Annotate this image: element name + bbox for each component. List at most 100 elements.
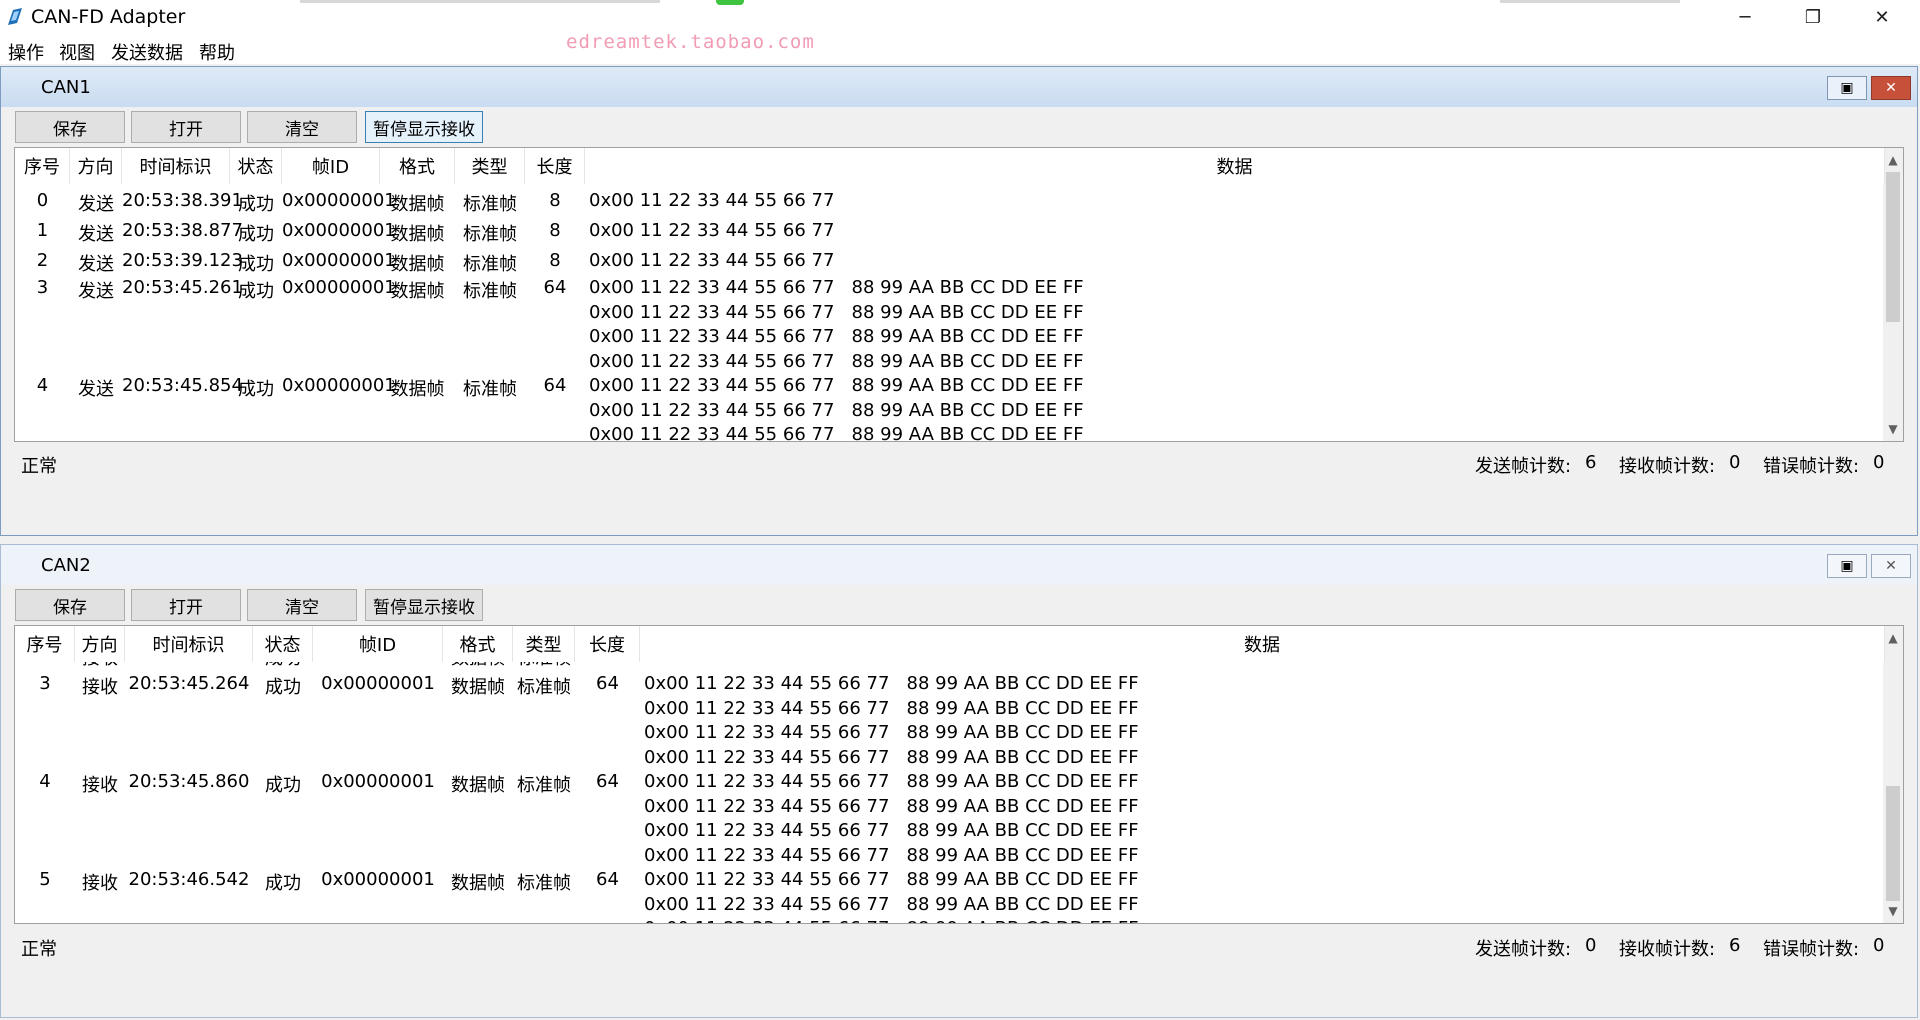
can2-err-count-label: 错误帧计数: [1763, 939, 1860, 960]
can2-panel: CAN2 ▣ ✕ 保存 打开 清空 暂停显示接收 ▲ ▼ 序号 方向 时间标识 状态帧… [0, 544, 1918, 1018]
can1-cell-time: 20:53:38.877 [122, 220, 243, 241]
can2-cell-data: 0x00 11 22 33 44 55 66 77 88 99 AA BB CC… [644, 869, 1139, 890]
can2-column-header[interactable]: 序号 [15, 626, 75, 662]
can2-column-header[interactable]: 时间标识 [125, 626, 253, 662]
can1-cell-type: 标准帧 [463, 194, 517, 215]
can2-close-button[interactable]: ✕ [1871, 554, 1911, 578]
menu-view[interactable]: 视图 [59, 39, 95, 65]
can2-panel-header: CAN2 ▣ ✕ [1, 545, 1917, 585]
can1-column-header[interactable]: 帧ID [282, 148, 380, 184]
can1-cell-id: 0x00000001 [282, 220, 396, 241]
can2-restore-button[interactable]: ▣ [1827, 554, 1867, 578]
can2-cell-data: 0x00 11 22 33 44 55 66 77 88 99 AA BB CC… [644, 918, 1139, 923]
can2-cell-data: 0x00 11 22 33 44 55 66 77 88 99 AA BB CC… [644, 771, 1139, 792]
can1-column-header[interactable]: 格式 [380, 148, 455, 184]
minimize-button[interactable]: ─ [1716, 0, 1774, 34]
can1-scroll-thumb[interactable] [1886, 172, 1900, 322]
restore-icon: ▣ [1840, 558, 1854, 574]
can2-cell-fmt: 数据帧 [451, 873, 505, 894]
can1-cell-id: 0x00000001 [282, 277, 396, 298]
can1-cell-len: 64 [543, 375, 567, 396]
can1-rx-count: 0 [1729, 452, 1741, 473]
can2-panel-title: CAN2 [41, 555, 91, 576]
can1-cell-state: 成功 [238, 281, 274, 302]
can1-cell-dir: 发送 [78, 281, 114, 302]
can2-cell-fmt: 数据帧 [451, 775, 505, 796]
maximize-button[interactable]: ❐ [1784, 0, 1842, 34]
scroll-up-icon[interactable]: ▲ [1883, 150, 1903, 170]
can1-save-button[interactable]: 保存 [15, 111, 125, 143]
can1-cell-type: 标准帧 [463, 379, 517, 400]
close-button[interactable]: ✕ [1853, 0, 1911, 34]
can2-column-header[interactable]: 帧ID [313, 626, 443, 662]
can2-cell-len: 64 [596, 869, 619, 890]
can1-pause-button[interactable]: 暂停显示接收 [365, 111, 483, 143]
can1-cell-dir: 发送 [78, 379, 114, 400]
can1-column-header[interactable]: 长度 [525, 148, 585, 184]
can1-cell-data: 0x00 11 22 33 44 55 66 77 [589, 190, 835, 211]
app-logo-icon [8, 8, 22, 25]
can1-cell-state: 成功 [238, 254, 274, 275]
can1-cell-id: 0x00000001 [282, 375, 396, 396]
can1-cell-seq: 3 [36, 277, 49, 298]
can1-column-header[interactable]: 序号 [15, 148, 70, 184]
can1-cell-state: 成功 [238, 194, 274, 215]
can1-cell-fmt: 数据帧 [390, 224, 445, 245]
can2-clear-button[interactable]: 清空 [247, 589, 357, 621]
can2-cell-state: 成功 [265, 775, 301, 796]
can1-column-header[interactable]: 方向 [70, 148, 122, 184]
can2-cell-id: 0x00000001 [321, 869, 435, 890]
can2-rx-count-label: 接收帧计数: [1619, 939, 1716, 960]
can1-frame-table[interactable]: ▲ ▼ 序号 方向 时间标识 状态 帧ID 格式 类型 长度 数据 0 发送 20:53:38.391… [14, 147, 1904, 442]
can2-cell-data: 0x00 11 22 33 44 55 66 77 88 99 AA BB CC… [644, 844, 1139, 866]
scroll-down-icon[interactable]: ▼ [1883, 901, 1903, 921]
can2-tx-count-label: 发送帧计数: [1475, 939, 1572, 960]
can2-column-header[interactable]: 数据 [640, 626, 1885, 662]
can1-close-button[interactable]: ✕ [1871, 76, 1911, 100]
can1-cell-state: 成功 [238, 379, 274, 400]
can1-cell-data: 0x00 11 22 33 44 55 66 77 88 99 AA BB CC… [589, 424, 1084, 442]
can1-vertical-scrollbar[interactable]: ▲ ▼ [1883, 148, 1903, 441]
can1-open-button[interactable]: 打开 [131, 111, 241, 143]
can2-scroll-thumb[interactable] [1886, 786, 1900, 901]
can2-cell-seq: 4 [39, 771, 51, 792]
can1-clear-button[interactable]: 清空 [247, 111, 357, 143]
scroll-up-icon[interactable]: ▲ [1883, 628, 1903, 648]
can1-column-header[interactable]: 状态 [230, 148, 282, 184]
can2-column-header[interactable]: 状态 [253, 626, 313, 662]
can2-cell-data: 0x00 11 22 33 44 55 66 77 88 99 AA BB CC… [644, 746, 1139, 768]
can2-vertical-scrollbar[interactable]: ▲ ▼ [1883, 626, 1903, 923]
restore-icon: ▣ [1840, 80, 1854, 96]
can2-cell-time: 20:53:45.860 [128, 771, 250, 792]
can1-cell-fmt: 数据帧 [390, 281, 445, 302]
menu-operate[interactable]: 操作 [8, 39, 44, 65]
scroll-down-icon[interactable]: ▼ [1883, 419, 1903, 439]
can2-column-header[interactable]: 类型 [513, 626, 575, 662]
can2-cell-data: 0x00 11 22 33 44 55 66 77 88 99 AA BB CC… [644, 893, 1139, 915]
can1-column-header[interactable]: 时间标识 [122, 148, 230, 184]
can1-cell-data: 0x00 11 22 33 44 55 66 77 88 99 AA BB CC… [589, 399, 1084, 421]
window-top-edge [1500, 0, 1680, 3]
can1-restore-button[interactable]: ▣ [1827, 76, 1867, 100]
can2-column-header[interactable]: 方向 [75, 626, 125, 662]
can1-cell-type: 标准帧 [463, 224, 517, 245]
can1-cell-seq: 4 [36, 375, 49, 396]
can1-cell-type: 标准帧 [463, 281, 517, 302]
can2-column-header[interactable]: 长度 [575, 626, 640, 662]
menu-send-data[interactable]: 发送数据 [111, 39, 183, 65]
can2-frame-table[interactable]: ▲ ▼ 序号方向时间标识状态帧ID格式类型长度数据2接收20:53:39.129… [14, 625, 1904, 924]
can1-status-text: 正常 [21, 456, 57, 477]
can2-pause-button[interactable]: 暂停显示接收 [365, 589, 483, 621]
can2-open-button[interactable]: 打开 [131, 589, 241, 621]
can2-column-header[interactable]: 格式 [443, 626, 513, 662]
title-bar: CAN-FD Adapter ─ ❐ ✕ [0, 0, 1920, 34]
can1-column-header[interactable]: 数据 [585, 148, 1885, 184]
can2-cell-dir: 接收 [82, 873, 118, 894]
can1-cell-id: 0x00000001 [282, 190, 396, 211]
can2-save-button[interactable]: 保存 [15, 589, 125, 621]
menu-help[interactable]: 帮助 [199, 39, 235, 65]
can1-tx-count-label: 发送帧计数: [1475, 456, 1572, 477]
can1-rx-count-label: 接收帧计数: [1619, 456, 1716, 477]
can2-cell-data: 0x00 11 22 33 44 55 66 77 88 99 AA BB CC… [644, 697, 1139, 719]
can1-column-header[interactable]: 类型 [455, 148, 525, 184]
